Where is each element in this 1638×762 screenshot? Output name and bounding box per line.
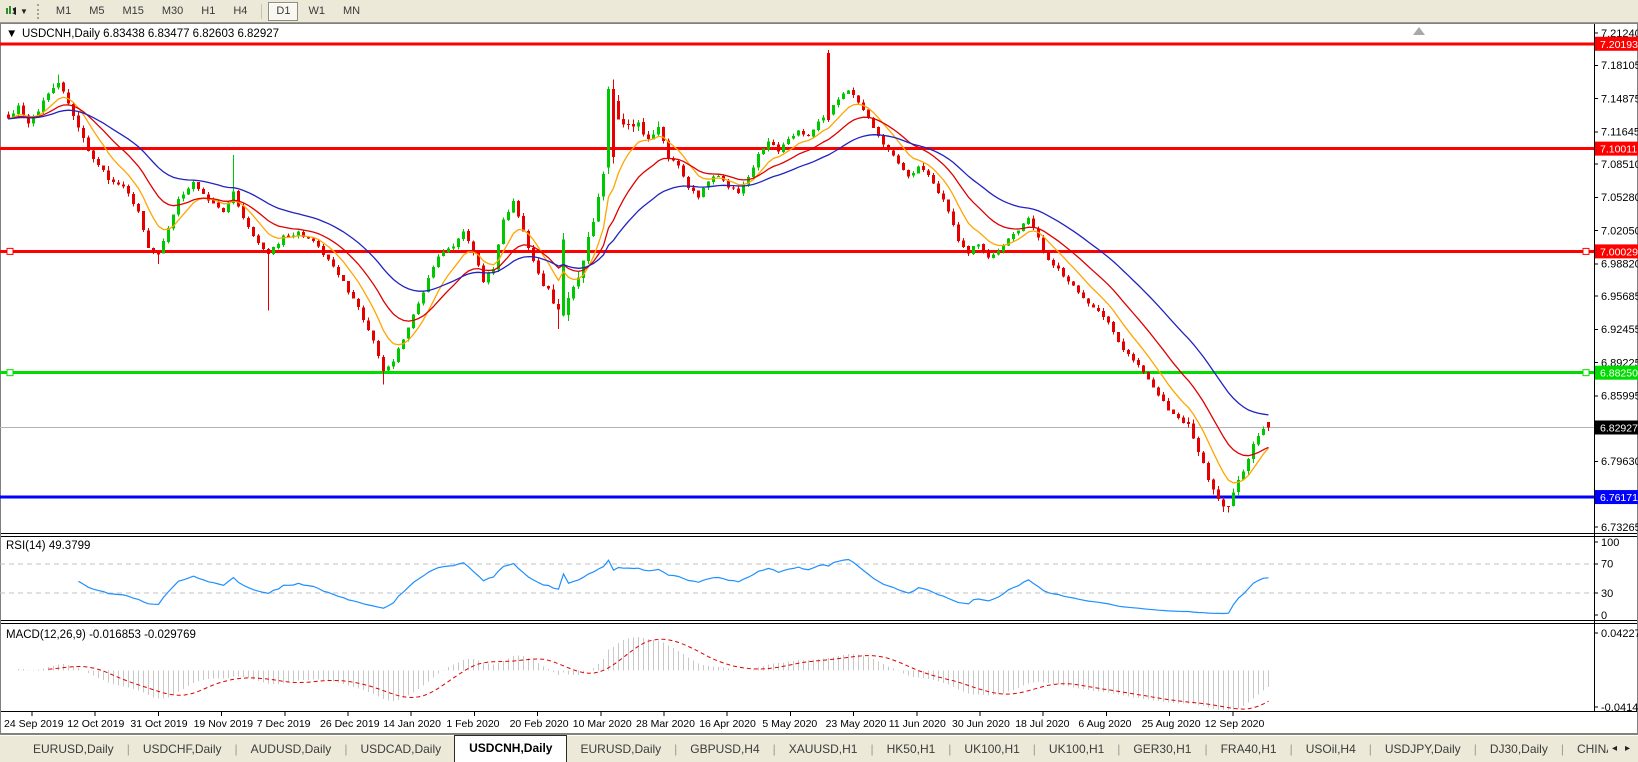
svg-text:11 Jun 2020: 11 Jun 2020 xyxy=(889,718,946,730)
tab-uk100-h1[interactable]: UK100,H1 xyxy=(951,737,1032,762)
tab-gbpusd-h4[interactable]: GBPUSD,H4 xyxy=(677,737,772,762)
tab-ger30-h1[interactable]: GER30,H1 xyxy=(1120,737,1204,762)
svg-text:7 Dec 2019: 7 Dec 2019 xyxy=(257,718,311,730)
svg-text:0: 0 xyxy=(1601,610,1607,622)
rsi-pane xyxy=(0,560,1594,614)
svg-text:6.73265: 6.73265 xyxy=(1601,522,1638,534)
svg-text:7.20193: 7.20193 xyxy=(1600,39,1638,51)
tab-usoil-h4[interactable]: USOil,H4 xyxy=(1293,737,1369,762)
toolbar-grip-handle xyxy=(37,4,39,19)
svg-text:19 Nov 2019: 19 Nov 2019 xyxy=(194,718,254,730)
rsi-line xyxy=(79,560,1269,614)
tabs-scroll-right-button[interactable]: ▸ xyxy=(1625,743,1630,754)
level-lines xyxy=(0,44,1594,497)
svg-text:5 May 2020: 5 May 2020 xyxy=(762,718,817,730)
svg-text:7.05280: 7.05280 xyxy=(1601,192,1638,204)
svg-text:12 Sep 2020: 12 Sep 2020 xyxy=(1205,718,1265,730)
svg-text:70: 70 xyxy=(1601,559,1613,571)
svg-text:6.85995: 6.85995 xyxy=(1601,391,1638,403)
tab-uk100-h1[interactable]: UK100,H1 xyxy=(1036,737,1117,762)
price-chart-canvas[interactable]: 7.212407.181057.148757.116457.085107.052… xyxy=(0,23,1638,734)
timeframe-button-h1[interactable]: H1 xyxy=(193,2,223,21)
svg-text:30 Jun 2020: 30 Jun 2020 xyxy=(952,718,1010,730)
svg-text:25 Aug 2020: 25 Aug 2020 xyxy=(1142,718,1201,730)
svg-text:6.95685: 6.95685 xyxy=(1601,291,1638,303)
timeframe-button-w1[interactable]: W1 xyxy=(300,2,333,21)
svg-text:12 Oct 2019: 12 Oct 2019 xyxy=(67,718,124,730)
timeframe-button-mn[interactable]: MN xyxy=(335,2,368,21)
chart-tab-bar: EURUSD,Daily|USDCHF,Daily|AUDUSD,Daily|U… xyxy=(0,734,1638,762)
timeframe-button-m1[interactable]: M1 xyxy=(48,2,79,21)
svg-text:7.18105: 7.18105 xyxy=(1601,60,1638,72)
svg-text:31 Oct 2019: 31 Oct 2019 xyxy=(130,718,187,730)
svg-text:6.88250: 6.88250 xyxy=(1600,368,1638,380)
tab-usdcad-daily[interactable]: USDCAD,Daily xyxy=(347,737,454,762)
toolbar-separator xyxy=(261,4,262,19)
svg-text:30: 30 xyxy=(1601,588,1613,600)
svg-text:7.08510: 7.08510 xyxy=(1601,159,1638,171)
svg-text:6.82927: 6.82927 xyxy=(1600,422,1638,434)
macd-label: MACD(12,26,9) -0.016853 -0.029769 xyxy=(6,629,196,641)
macd-pane xyxy=(19,637,1269,710)
svg-text:18 Jul 2020: 18 Jul 2020 xyxy=(1015,718,1069,730)
tab-xauusd-h1[interactable]: XAUUSD,H1 xyxy=(776,737,871,762)
svg-text:1 Feb 2020: 1 Feb 2020 xyxy=(446,718,499,730)
timeframe-button-d1[interactable]: D1 xyxy=(268,2,298,21)
autoscroll-marker-icon[interactable] xyxy=(1413,27,1425,35)
chart-tool-dropdown-caret[interactable]: ▼ xyxy=(19,7,32,16)
timeframe-button-m15[interactable]: M15 xyxy=(114,2,151,21)
svg-text:6.79630: 6.79630 xyxy=(1601,456,1638,468)
svg-text:26 Dec 2019: 26 Dec 2019 xyxy=(320,718,380,730)
tabs-scroll-left-button[interactable]: ◂ xyxy=(1612,743,1617,754)
ma-slow-line xyxy=(9,110,1269,415)
tab-fra40-h1[interactable]: FRA40,H1 xyxy=(1208,737,1290,762)
svg-text:16 Apr 2020: 16 Apr 2020 xyxy=(699,718,756,730)
svg-text:7.00029: 7.00029 xyxy=(1600,246,1638,258)
tab-usdcnh-daily[interactable]: USDCNH,Daily xyxy=(454,735,567,762)
svg-text:0.042275: 0.042275 xyxy=(1601,628,1638,640)
tab-audusd-daily[interactable]: AUDUSD,Daily xyxy=(238,737,345,762)
svg-text:6 Aug 2020: 6 Aug 2020 xyxy=(1078,718,1131,730)
collapse-icon[interactable]: ▼ xyxy=(6,28,17,40)
ma-mid-line xyxy=(9,105,1269,456)
tab-dj30-daily[interactable]: DJ30,Daily xyxy=(1477,737,1561,762)
svg-text:7.14875: 7.14875 xyxy=(1601,93,1638,105)
chart-tool-icon[interactable] xyxy=(3,3,19,19)
timeframe-toolbar: ▼ M1M5M15M30H1H4 D1W1MN xyxy=(0,0,1638,23)
svg-text:-0.04148: -0.04148 xyxy=(1601,702,1638,714)
timeframe-button-m30[interactable]: M30 xyxy=(154,2,191,21)
tab-usdjpy-daily[interactable]: USDJPY,Daily xyxy=(1372,737,1474,762)
svg-text:23 May 2020: 23 May 2020 xyxy=(826,718,887,730)
tab-hk50-h1[interactable]: HK50,H1 xyxy=(874,737,949,762)
svg-text:100: 100 xyxy=(1601,537,1619,549)
tab-china300-h1[interactable]: CHINA300,H1 xyxy=(1564,737,1608,762)
date-axis: 24 Sep 201912 Oct 2019 31 Oct 2019 19 Nov … xyxy=(4,712,1265,730)
svg-text:20 Feb 2020: 20 Feb 2020 xyxy=(510,718,569,730)
svg-text:7.10011: 7.10011 xyxy=(1600,144,1637,156)
svg-text:6.76171: 6.76171 xyxy=(1600,492,1638,504)
svg-text:14 Jan 2020: 14 Jan 2020 xyxy=(383,718,441,730)
timeframe-button-h4[interactable]: H4 xyxy=(225,2,255,21)
candles-layer xyxy=(7,50,1270,513)
tab-eurusd-daily[interactable]: EURUSD,Daily xyxy=(20,737,127,762)
tab-eurusd-daily[interactable]: EURUSD,Daily xyxy=(567,737,674,762)
chart-title: USDCNH,Daily 6.83438 6.83477 6.82603 6.8… xyxy=(22,28,279,40)
chart-window[interactable]: 7.212407.181057.148757.116457.085107.052… xyxy=(0,23,1638,734)
tab-usdchf-daily[interactable]: USDCHF,Daily xyxy=(130,737,235,762)
svg-text:6.92455: 6.92455 xyxy=(1601,324,1638,336)
svg-text:28 Mar 2020: 28 Mar 2020 xyxy=(636,718,695,730)
rsi-label: RSI(14) 49.3799 xyxy=(6,540,90,552)
svg-text:7.02050: 7.02050 xyxy=(1601,225,1638,237)
svg-text:6.98820: 6.98820 xyxy=(1601,259,1638,271)
svg-text:10 Mar 2020: 10 Mar 2020 xyxy=(573,718,632,730)
timeframe-button-m5[interactable]: M5 xyxy=(81,2,112,21)
svg-text:7.11645: 7.11645 xyxy=(1601,127,1638,139)
price-axis: 7.212407.181057.148757.116457.085107.052… xyxy=(1594,28,1638,714)
svg-text:24 Sep 2019: 24 Sep 2019 xyxy=(4,718,64,730)
